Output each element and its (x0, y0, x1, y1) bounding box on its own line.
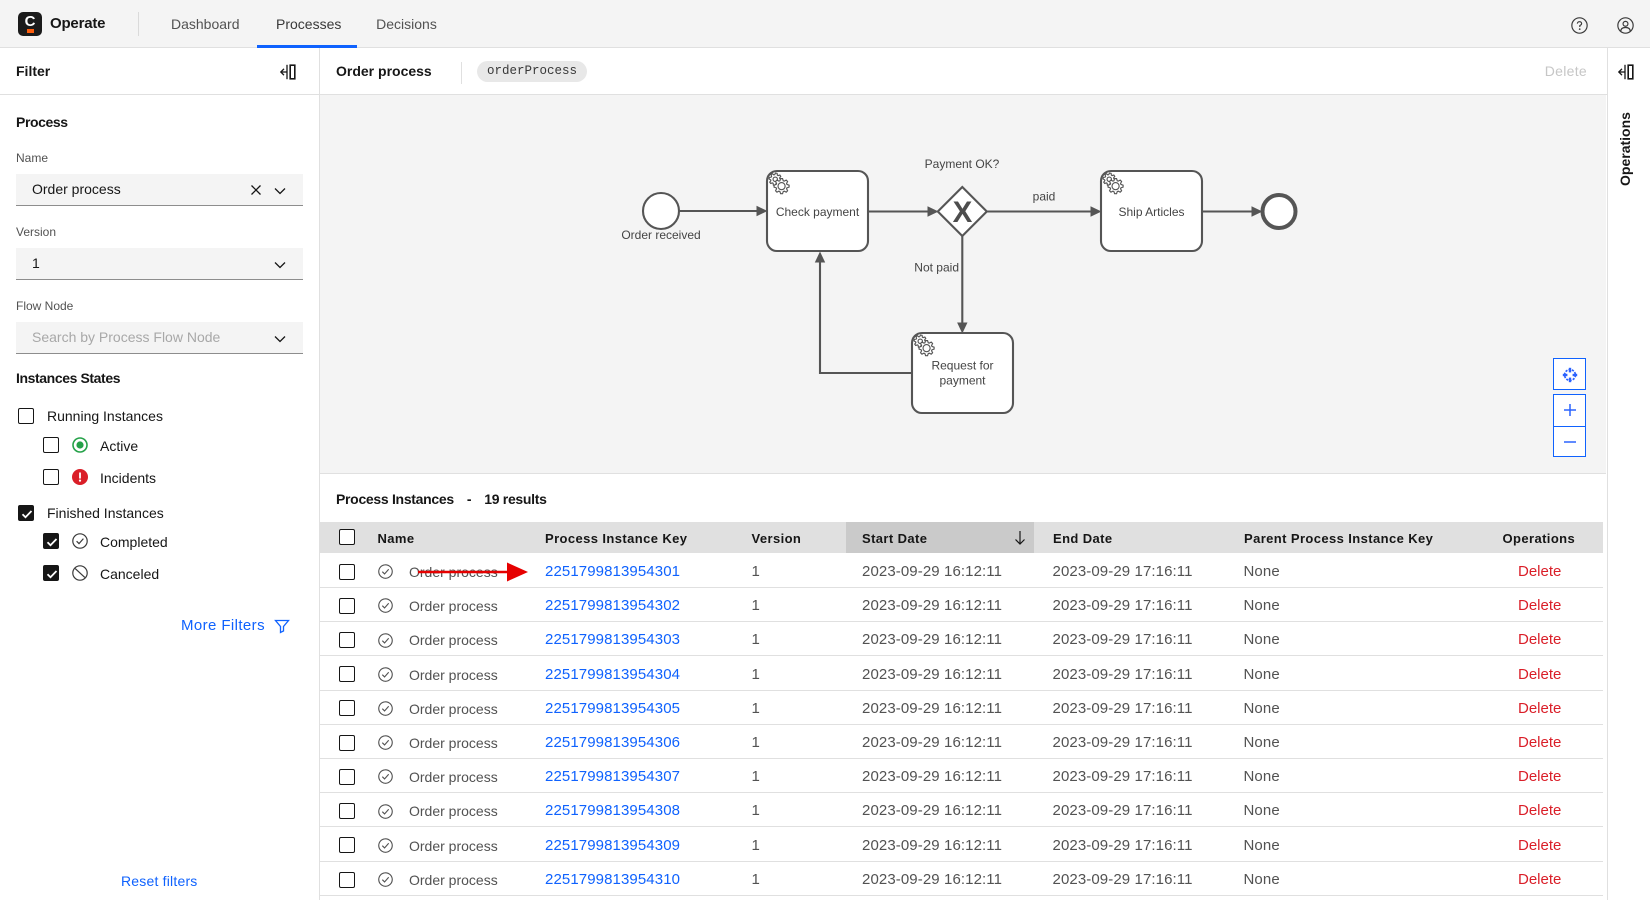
svg-text:Check payment: Check payment (776, 205, 860, 219)
svg-text:X: X (953, 196, 973, 229)
svg-text:payment: payment (939, 374, 986, 388)
svg-text:Request for: Request for (931, 359, 993, 373)
svg-text:Payment OK?: Payment OK? (925, 157, 1000, 171)
svg-text:Order received: Order received (621, 228, 700, 242)
svg-text:Not paid: Not paid (914, 261, 959, 275)
svg-text:paid: paid (1033, 190, 1056, 204)
svg-text:Ship Articles: Ship Articles (1118, 205, 1184, 219)
